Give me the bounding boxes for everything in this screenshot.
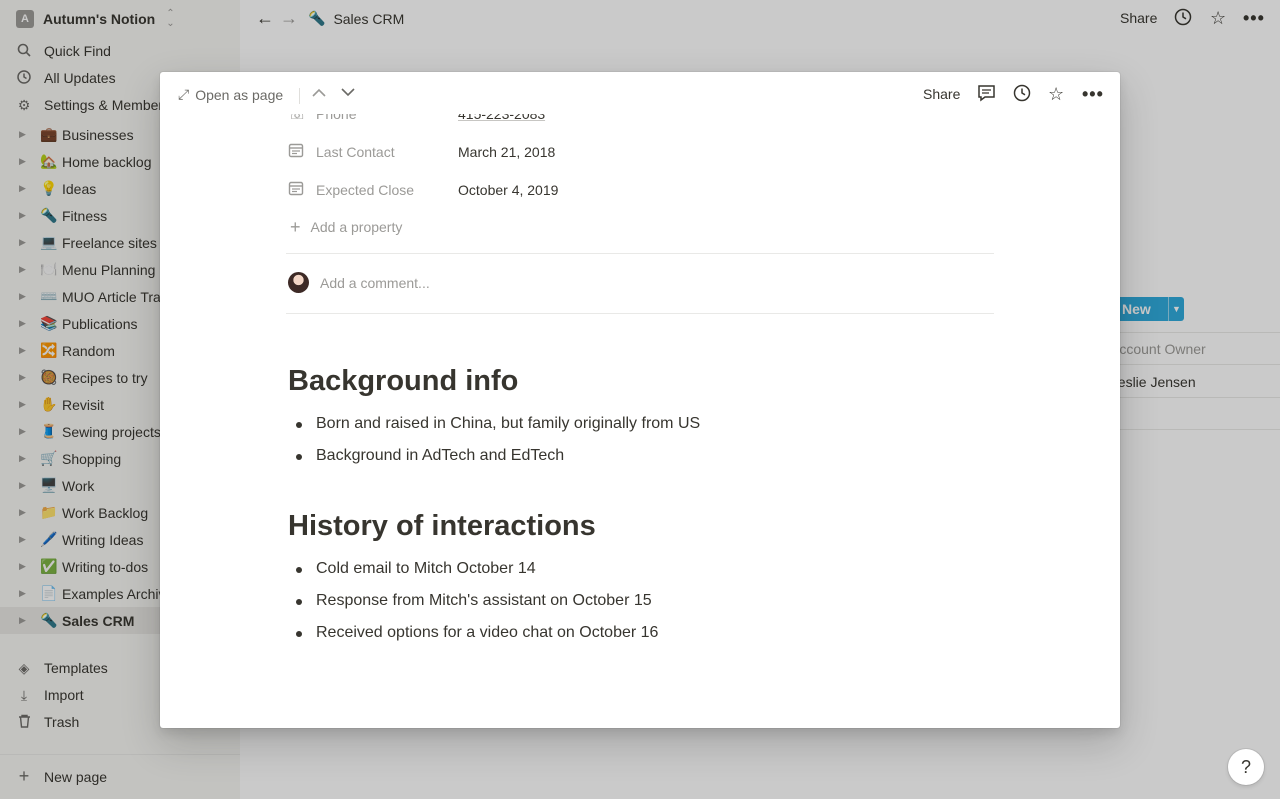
bullet-list: Cold email to Mitch October 14 Response … (296, 553, 658, 649)
avatar (288, 272, 309, 293)
chevron-up-icon[interactable] (312, 84, 326, 100)
property-name: Last Contact (316, 144, 395, 160)
star-icon[interactable]: ☆ (1048, 84, 1064, 105)
property-value[interactable]: 415-223-2083 (458, 114, 545, 122)
open-as-page-button[interactable]: ⤢ Open as page (178, 86, 283, 103)
chevron-down-icon[interactable] (341, 84, 355, 100)
property-name: Expected Close (316, 182, 415, 198)
more-icon[interactable]: ••• (1082, 84, 1104, 105)
list-item[interactable]: Received options for a video chat on Oct… (296, 617, 658, 649)
list-item[interactable]: Born and raised in China, but family ori… (296, 408, 700, 440)
open-as-page-label: Open as page (195, 86, 284, 103)
list-item[interactable]: Background in AdTech and EdTech (296, 440, 700, 472)
property-name: Phone (316, 106, 357, 122)
comment-input[interactable]: Add a comment... (288, 272, 430, 293)
share-button[interactable]: Share (923, 86, 960, 102)
clock-icon[interactable] (1013, 84, 1031, 107)
heading-background-info[interactable]: Background info (288, 365, 518, 398)
comment-placeholder: Add a comment... (320, 274, 430, 291)
bullet-list: Born and raised in China, but family ori… (296, 408, 700, 472)
property-value[interactable]: October 4, 2019 (458, 182, 558, 198)
list-item[interactable]: Cold email to Mitch October 14 (296, 553, 658, 585)
divider (286, 253, 994, 254)
heading-history-of-interactions[interactable]: History of interactions (288, 510, 596, 543)
property-expected-close[interactable]: Expected Close October 4, 2019 (288, 177, 558, 203)
expand-icon: ⤢ (178, 86, 190, 102)
property-last-contact[interactable]: Last Contact March 21, 2018 (288, 139, 555, 165)
calendar-icon (288, 142, 308, 162)
help-button[interactable]: ? (1228, 749, 1264, 785)
phone-icon: ☏ (288, 106, 307, 123)
calendar-icon (288, 180, 308, 200)
divider (286, 313, 994, 314)
list-item[interactable]: Response from Mitch's assistant on Octob… (296, 585, 658, 617)
property-value[interactable]: March 21, 2018 (458, 144, 555, 160)
add-property-button[interactable]: + Add a property (290, 218, 402, 236)
comment-icon[interactable] (977, 84, 996, 107)
add-property-label: Add a property (310, 219, 403, 235)
plus-icon: + (290, 217, 301, 237)
page-peek-modal: ⤢ Open as page Share ☆ ••• ☏ Phone 415-2… (160, 72, 1120, 728)
divider (299, 88, 300, 104)
property-phone[interactable]: ☏ Phone 415-223-2083 (288, 106, 545, 127)
